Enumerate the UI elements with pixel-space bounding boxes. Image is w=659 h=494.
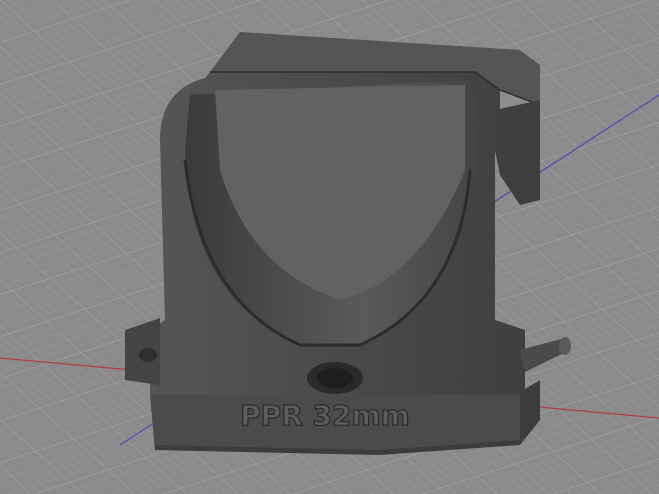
- left-ear-hole: [139, 348, 157, 362]
- viewport-canvas[interactable]: PPR 32mm: [0, 0, 659, 494]
- model-emboss-text: PPR 32mm: [240, 399, 410, 432]
- right-pin-tip: [559, 337, 571, 355]
- screw-hole-inner: [317, 368, 353, 388]
- 3d-viewport[interactable]: PPR 32mm: [0, 0, 659, 494]
